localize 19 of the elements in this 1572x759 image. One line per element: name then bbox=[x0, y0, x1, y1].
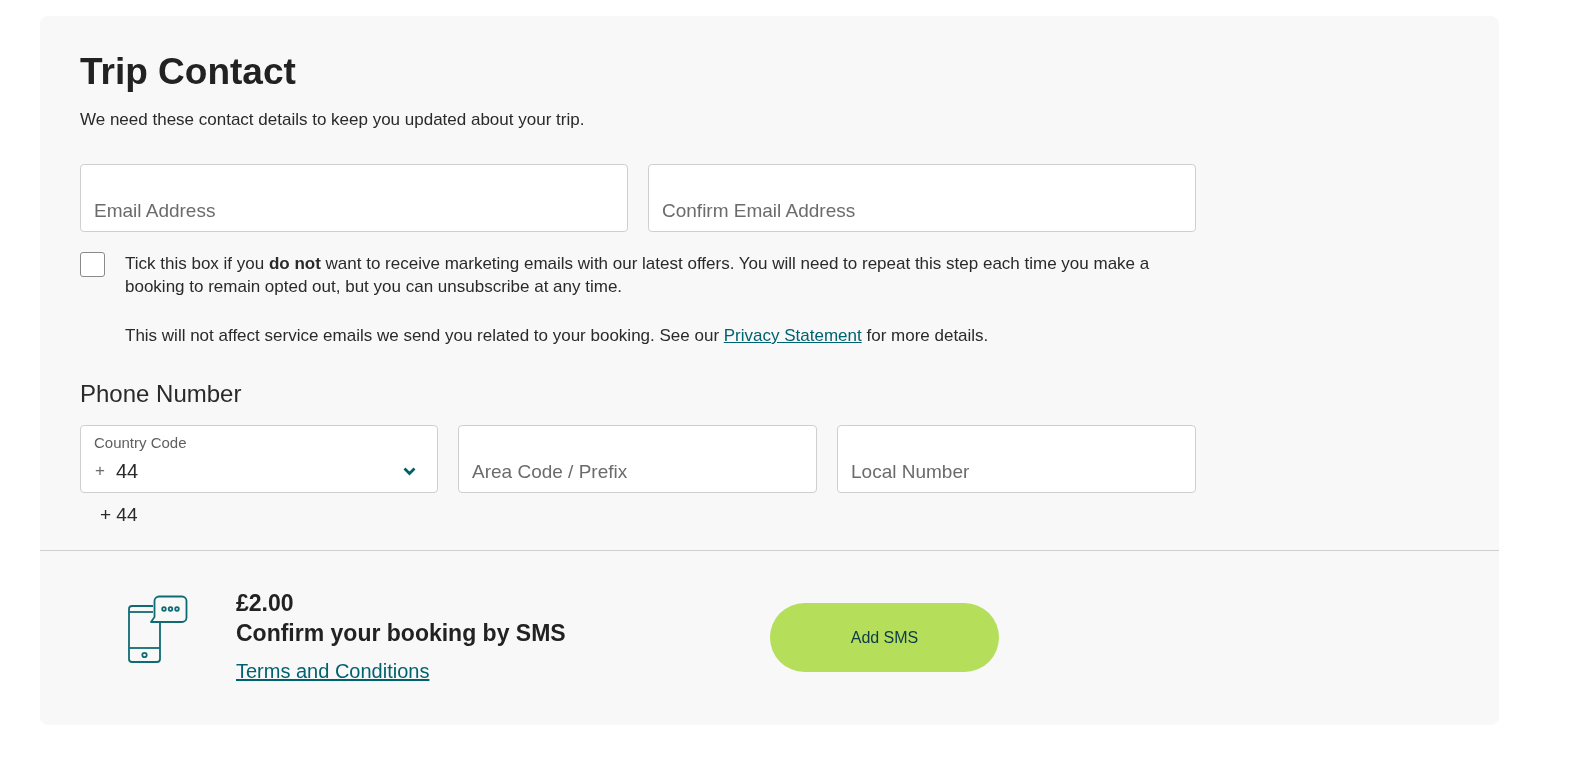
phone-message-icon bbox=[128, 595, 188, 663]
privacy-statement-link[interactable]: Privacy Statement bbox=[723, 326, 862, 345]
add-sms-button[interactable]: Add SMS bbox=[770, 603, 999, 672]
sms-offer-title: Confirm your booking by SMS bbox=[236, 619, 566, 648]
local-number-field[interactable]: Local Number bbox=[837, 425, 1196, 493]
terms-link[interactable]: Terms and Conditions bbox=[236, 658, 430, 684]
phone-number-heading: Phone Number bbox=[80, 379, 242, 409]
country-code-caption: + 44 bbox=[100, 503, 138, 527]
country-code-select[interactable]: Country Code + 44 bbox=[80, 425, 438, 493]
page-title: Trip Contact bbox=[80, 50, 296, 94]
subtitle-text: We need these contact details to keep you updated about your trip. bbox=[80, 109, 585, 131]
checkbox[interactable] bbox=[80, 252, 105, 277]
area-code-field[interactable]: Area Code / Prefix bbox=[458, 425, 817, 493]
confirm-email-field[interactable]: Confirm Email Address bbox=[648, 164, 1196, 232]
marketing-consent-text: Tick this box if you do not want to receive marketing emails with our latest offers. You will need to repeat this step each time you make a booking to remain opted out, but you can unsubscribe at any time. bbox=[125, 253, 1151, 298]
email-field[interactable]: Email Address bbox=[80, 164, 628, 232]
service-email-note: This will not affect service emails we send you related to your booking. See our Privacy Statement for more details. bbox=[125, 325, 989, 347]
price-text: £2.00 bbox=[236, 590, 294, 616]
chevron-down-icon bbox=[403, 466, 416, 476]
